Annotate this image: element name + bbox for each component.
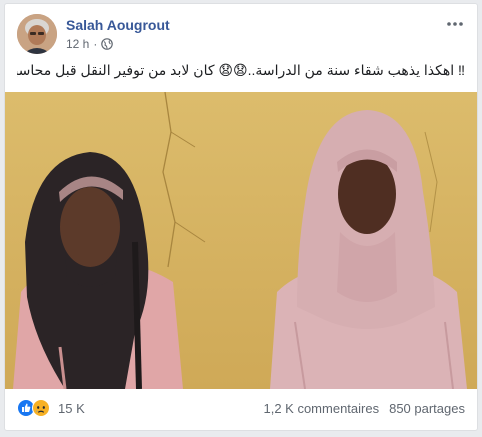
meta-separator: · — [93, 37, 98, 51]
more-options-button[interactable] — [445, 14, 465, 34]
reaction-count[interactable]: 15 K — [58, 401, 85, 416]
sad-icon — [32, 399, 50, 417]
facebook-post: Salah Aougrout 12 h · ‼ اهكذا يذهب شقاء … — [4, 3, 478, 431]
more-dots-icon — [447, 22, 463, 26]
post-meta: 12 h · — [66, 37, 114, 51]
post-time[interactable]: 12 h — [66, 37, 89, 51]
author-avatar[interactable] — [17, 14, 57, 54]
shares-count[interactable]: 850 partages — [389, 401, 465, 416]
author-name[interactable]: Salah Aougrout — [66, 16, 170, 34]
photo-illustration — [5, 92, 477, 389]
reaction-icons — [17, 399, 50, 417]
reactions-summary[interactable]: 15 K — [17, 399, 85, 417]
globe-icon[interactable] — [101, 38, 114, 50]
post-text: ‼ اهكذا يذهب شقاء سنة من الدراسة..😧😧 كان… — [17, 62, 465, 78]
comments-count[interactable]: 1,2 K commentaires — [263, 401, 379, 416]
engagement-counts: 1,2 K commentaires 850 partages — [263, 401, 465, 416]
post-photo[interactable] — [5, 92, 477, 389]
